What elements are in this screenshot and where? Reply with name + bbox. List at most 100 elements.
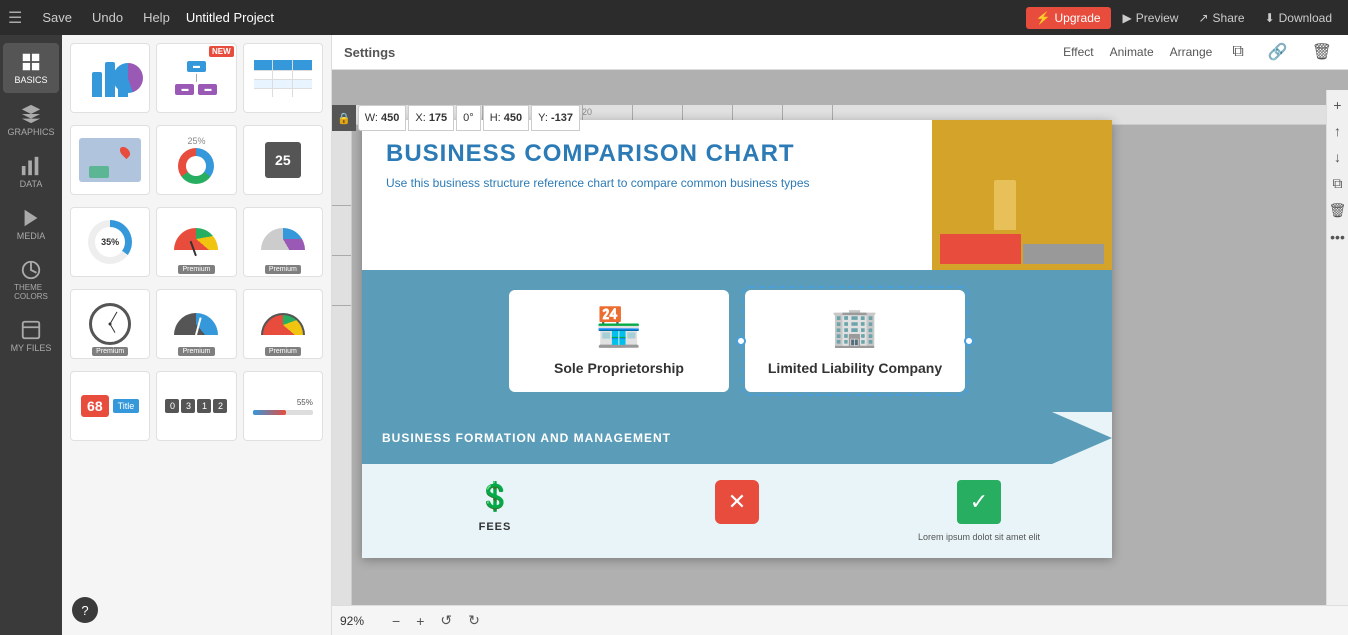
transform-height: H: 450 [483, 105, 529, 131]
llc-title: Limited Liability Company [768, 360, 942, 376]
check-icon: ✓ [957, 480, 1001, 524]
orgchart-thumb: ▬ ▬ ▬ [175, 61, 217, 95]
canvas-main-title: BUSINESS COMPARISON CHART [386, 140, 908, 168]
panel-item-radial[interactable]: 35% [70, 207, 150, 277]
formation-header: BUSINESS FORMATION AND MANAGEMENT [362, 412, 1112, 464]
save-button[interactable]: Save [34, 6, 80, 29]
sidebar-item-theme-colors[interactable]: THEMECOLORS [3, 251, 59, 309]
panel-item-ticker[interactable]: 0 3 1 2 [156, 371, 236, 441]
fee-icon: 💲 [478, 480, 513, 513]
transform-x: X: 175 [408, 105, 454, 131]
fees-col: 💲 FEES [382, 480, 608, 533]
right-panel: + ↑ ↓ ⧉ 🗑 ••• [1326, 90, 1348, 605]
undo-button-bottom[interactable]: ↺ [436, 610, 456, 631]
sole-proprietorship-card[interactable]: 🏪 Sole Proprietorship [509, 290, 729, 392]
preview-button[interactable]: ▶ Preview [1115, 7, 1187, 29]
sidebar-item-basics[interactable]: BASICS [3, 43, 59, 93]
panel-item-counter[interactable]: 25 [243, 125, 323, 195]
rp-add-button[interactable]: + [1330, 94, 1344, 116]
transform-width: W: 450 [358, 105, 407, 131]
canvas-subtitle: Use this business structure reference ch… [386, 176, 908, 190]
canvas-formation: BUSINESS FORMATION AND MANAGEMENT 💲 FEES… [362, 412, 1112, 558]
sidebar-item-media[interactable]: MEDIA [3, 199, 59, 249]
sidebar-myfiles-label: MY FILES [11, 343, 52, 353]
panel-item-map[interactable] [70, 125, 150, 195]
fees-label: FEES [479, 521, 512, 533]
upgrade-button[interactable]: Upgrade [1026, 7, 1111, 29]
main-area: BASICS GRAPHICS DATA MEDIA THEMECOLORS M… [0, 35, 1348, 635]
project-title: Untitled Project [186, 10, 274, 25]
sidebar-basics-label: BASICS [14, 75, 47, 85]
rp-more-button[interactable]: ••• [1327, 226, 1348, 248]
panel-item-progress[interactable]: 55% [243, 371, 323, 441]
col3: ✓ Lorem ipsum dolot sit amet elit [866, 480, 1092, 542]
lorem-text: Lorem ipsum dolot sit amet elit [918, 532, 1040, 542]
panel-item-donut[interactable]: 25% [156, 125, 236, 195]
zoom-value: 92% [340, 614, 380, 628]
panel-item-gauge[interactable]: Premium [156, 207, 236, 277]
transform-y: Y: -137 [531, 105, 580, 131]
sole-prop-icon: 🏪 [595, 306, 642, 350]
redo-button-bottom[interactable]: ↻ [464, 610, 484, 631]
sole-prop-title: Sole Proprietorship [554, 360, 684, 376]
handle-left[interactable] [736, 336, 746, 346]
llc-card[interactable]: 🏢 Limited Liability Company [745, 290, 965, 392]
canvas-header-graphic [932, 120, 1112, 270]
sidebar-theme-label: THEMECOLORS [14, 283, 48, 301]
animate-action[interactable]: Animate [1110, 45, 1154, 59]
sidebar-item-graphics[interactable]: GRAPHICS [3, 95, 59, 145]
panel-item-numberbadge[interactable]: 68 Title [70, 371, 150, 441]
sidebar-graphics-label: GRAPHICS [7, 127, 54, 137]
panel-grid-5: 68 Title 0 3 1 2 55% [70, 371, 323, 441]
sidebar-item-data[interactable]: DATA [3, 147, 59, 197]
premium-badge-gauge: Premium [178, 265, 214, 274]
elements-panel: NEW ▬ ▬ ▬ [62, 35, 332, 635]
panel-item-clock[interactable]: Premium [70, 289, 150, 359]
sidebar-media-label: MEDIA [17, 231, 46, 241]
canvas-viewport[interactable]: 🔒 W: 450 X: 175 0° H: 450 Y: -137 [332, 70, 1348, 635]
canvas-cards: 🏪 Sole Proprietorship 🏢 Limited Liabilit… [362, 270, 1112, 412]
rp-up-button[interactable]: ↑ [1331, 120, 1344, 142]
panel-item-table[interactable] [243, 43, 323, 113]
panel-item-speedometer[interactable]: Premium [243, 207, 323, 277]
sidebar-item-my-files[interactable]: MY FILES [3, 311, 59, 361]
zoom-plus-button[interactable]: + [412, 611, 428, 631]
settings-bar: Settings Effect Animate Arrange ⧉ 🔗 🗑 [332, 35, 1348, 70]
new-badge: NEW [209, 46, 234, 57]
panel-item-chart[interactable] [70, 43, 150, 113]
copy-icon-button[interactable]: ⧉ [1228, 41, 1247, 63]
help-button-fixed[interactable]: ? [72, 597, 98, 623]
panel-item-speedometer2[interactable]: Premium [243, 289, 323, 359]
link-icon-button[interactable]: 🔗 [1264, 40, 1292, 64]
arrange-action[interactable]: Arrange [1170, 45, 1213, 59]
premium-badge-speed2: Premium [265, 347, 301, 356]
premium-badge-gauge2: Premium [178, 347, 214, 356]
rp-copy-button[interactable]: ⧉ [1330, 172, 1346, 195]
lock-icon[interactable]: 🔒 [332, 105, 356, 131]
hamburger-icon[interactable]: ☰ [8, 8, 22, 28]
download-button[interactable]: ⬇ Download [1257, 7, 1340, 29]
formation-content: 💲 FEES ✕ ✓ Lorem ipsum dolot sit amet el… [362, 464, 1112, 558]
panels-area: NEW ▬ ▬ ▬ [62, 35, 1348, 635]
rp-delete-button[interactable]: 🗑 [1326, 199, 1348, 222]
delete-icon-button[interactable]: 🗑 [1308, 40, 1336, 64]
panel-item-gauge2[interactable]: Premium [156, 289, 236, 359]
panel-item-orgchart[interactable]: NEW ▬ ▬ ▬ [156, 43, 236, 113]
col2: ✕ [624, 480, 850, 524]
handle-right[interactable] [964, 336, 974, 346]
undo-button[interactable]: Undo [84, 6, 131, 29]
left-sidebar: BASICS GRAPHICS DATA MEDIA THEMECOLORS M… [0, 35, 62, 635]
canvas-header: BUSINESS COMPARISON CHART Use this busin… [362, 120, 1112, 270]
rp-down-button[interactable]: ↓ [1331, 146, 1344, 168]
share-button[interactable]: ↗ Share [1190, 7, 1252, 29]
premium-badge-clock: Premium [92, 347, 128, 356]
formation-title: BUSINESS FORMATION AND MANAGEMENT [382, 431, 671, 445]
effect-action[interactable]: Effect [1063, 45, 1093, 59]
ruler-mark-20: 20 [582, 107, 592, 117]
help-button-top[interactable]: Help [135, 6, 178, 29]
canvas-header-text: BUSINESS COMPARISON CHART Use this busin… [362, 120, 932, 270]
panel-grid-1: NEW ▬ ▬ ▬ [70, 43, 323, 113]
zoom-minus-button[interactable]: − [388, 611, 404, 631]
canvas-area: Settings Effect Animate Arrange ⧉ 🔗 🗑 🔒 … [332, 35, 1348, 635]
panel-grid-4: Premium Premium Premium [70, 289, 323, 359]
